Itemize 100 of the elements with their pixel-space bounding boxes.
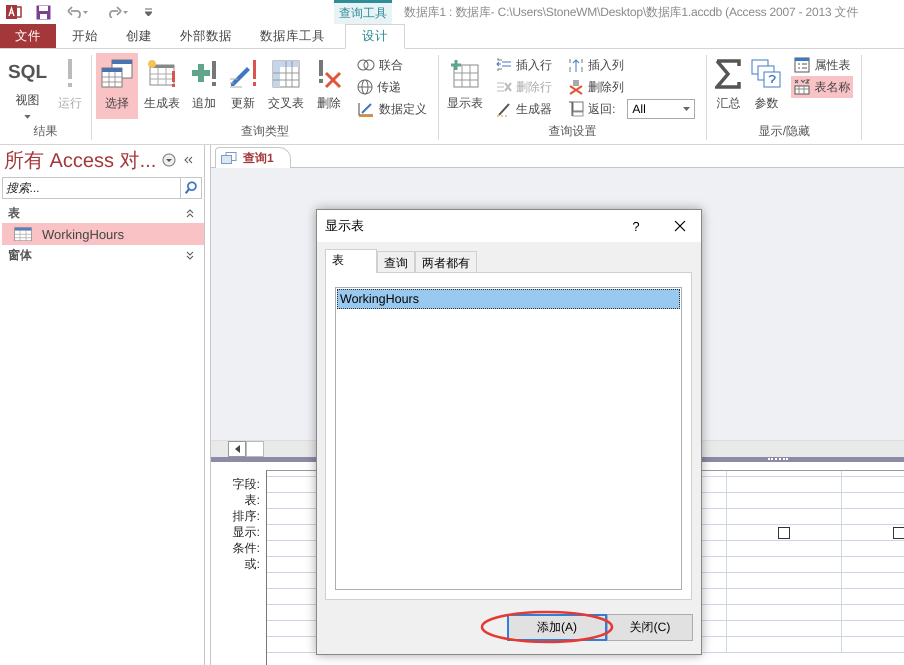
delete-column-icon <box>568 79 584 95</box>
customize-icon[interactable] <box>145 8 152 16</box>
row-label: 排序: <box>232 508 260 524</box>
row-label: 显示: <box>232 524 260 540</box>
left-arrow-icon <box>234 445 240 453</box>
ribbon-button[interactable]: 显示表 <box>443 53 488 119</box>
top-values-dropdown[interactable]: All <box>627 99 696 119</box>
ribbon-button[interactable]: 表名称 <box>791 76 854 98</box>
search-button[interactable] <box>180 177 202 199</box>
row-label: 字段: <box>232 476 260 492</box>
crosstab-icon <box>272 60 300 88</box>
dialog-button[interactable]: 添加(A) <box>507 614 607 641</box>
grid-cell[interactable] <box>727 477 842 493</box>
ribbon-button[interactable]: 数据定义 <box>354 98 430 120</box>
grid-cell[interactable] <box>727 621 842 637</box>
search-icon <box>183 180 199 196</box>
grid-cell[interactable] <box>727 605 842 621</box>
ribbon-button[interactable]: 联合 <box>354 54 430 76</box>
scroll-thumb[interactable] <box>246 441 264 457</box>
ribbon-tab[interactable]: 数据库工具 <box>246 24 339 48</box>
sigma-icon <box>715 59 742 89</box>
tables-icon <box>100 59 134 89</box>
grid-cell[interactable] <box>727 589 842 605</box>
show-checkbox[interactable] <box>893 526 904 538</box>
property-sheet-icon <box>794 57 810 73</box>
row-label: 或: <box>244 556 260 572</box>
ribbon-button[interactable]: 选择 <box>96 53 138 119</box>
grid-cell[interactable] <box>727 525 842 541</box>
ribbon-button[interactable]: 交叉表 <box>264 53 308 119</box>
scroll-left-button[interactable] <box>228 441 246 457</box>
group-label: 查询设置 <box>548 123 597 140</box>
ribbon-button[interactable]: 生成表 <box>140 53 184 119</box>
wand-icon <box>496 101 512 117</box>
save-icon[interactable] <box>36 4 51 20</box>
dialog-tab[interactable]: 两者都有 <box>415 251 477 272</box>
nav-group-header[interactable]: 表 <box>0 203 204 223</box>
grid-cell[interactable] <box>727 493 842 509</box>
ribbon-button[interactable]: 属性表 <box>791 54 854 76</box>
ribbon-button[interactable]: 追加 <box>186 53 222 119</box>
pencil-exclamation-icon <box>228 59 258 89</box>
ribbon-button[interactable]: 更新 <box>224 53 262 119</box>
ribbon-button[interactable]: 传递 <box>354 76 430 98</box>
document-tab[interactable]: 查询1 <box>215 147 291 168</box>
dialog-tab[interactable]: 表 <box>325 249 377 273</box>
table-icon <box>14 226 32 242</box>
ribbon-tab[interactable]: 外部数据 <box>166 24 246 48</box>
sql-label: SQL <box>8 62 48 84</box>
windows-question-icon <box>751 59 782 89</box>
ribbon-button[interactable]: 插入行 <box>493 54 556 76</box>
caret-icon <box>24 115 32 119</box>
column-selector[interactable] <box>727 471 842 477</box>
caret-icon <box>683 107 690 111</box>
group-label: 查询类型 <box>241 123 290 140</box>
dialog-title: 显示表 <box>325 217 365 235</box>
grid-cell[interactable] <box>727 541 842 557</box>
insert-row-icon <box>496 57 512 73</box>
list-item[interactable]: WorkingHours <box>337 289 680 309</box>
ribbon-button[interactable]: 删除 <box>310 53 348 119</box>
show-checkbox[interactable] <box>778 526 790 538</box>
dropdown-icon[interactable] <box>162 153 176 167</box>
collapse-icon[interactable] <box>184 156 194 164</box>
query-icon <box>221 152 237 164</box>
ribbon-tab[interactable]: 开始 <box>58 24 112 48</box>
ribbon-tab[interactable]: 创建 <box>112 24 166 48</box>
grid-cell[interactable] <box>727 509 842 525</box>
ribbon-button[interactable]: 汇总 <box>711 53 746 119</box>
nav-pane-title: 所有 Access 对... <box>4 148 156 174</box>
collapse-icon <box>186 208 194 218</box>
grid-cell[interactable] <box>727 557 842 573</box>
table-plus-icon <box>450 59 480 89</box>
undo-icon[interactable] <box>67 6 89 18</box>
nav-group-header[interactable]: 窗体 <box>0 245 204 265</box>
ruler-pencil-icon <box>357 101 376 117</box>
plus-exclamation-icon <box>190 60 218 88</box>
grid-cell[interactable] <box>727 573 842 589</box>
nav-item[interactable]: WorkingHours <box>2 223 204 245</box>
combo-label: 返回: <box>588 100 616 118</box>
search-field[interactable]: 搜索... <box>2 177 180 199</box>
ribbon-tab[interactable]: 设计 <box>345 24 405 49</box>
group-label: 显示/隐藏 <box>758 123 810 140</box>
help-button[interactable]: ? <box>621 218 651 234</box>
row-label: 表: <box>244 492 260 508</box>
globe-icon <box>357 79 374 95</box>
ribbon-button[interactable]: 删除列 <box>565 76 698 98</box>
ribbon-button[interactable]: 生成器 <box>493 98 556 120</box>
dialog-tab[interactable]: 查询 <box>377 251 415 272</box>
ribbon-button[interactable]: 插入列 <box>565 54 698 76</box>
grid-cell[interactable] <box>727 637 842 653</box>
ribbon-button[interactable]: SQL 视图 <box>4 53 52 119</box>
row-label: 条件: <box>232 540 260 556</box>
redo-icon[interactable] <box>107 6 129 18</box>
group-label: 结果 <box>34 123 58 140</box>
ribbon-button[interactable]: 参数 <box>747 53 786 119</box>
ribbon-tab[interactable]: 文件 <box>0 24 56 48</box>
app-logo-icon <box>6 4 22 20</box>
top-values-icon <box>568 101 584 117</box>
rings-icon <box>357 59 376 71</box>
window-title: 数据库1 : 数据库- C:\Users\StoneWM\Desktop\数据库1.accdb (Access 2007 - 2013 文件 <box>404 4 858 20</box>
dialog-button[interactable]: 关闭(C) <box>607 614 693 641</box>
context-tab-label: 查询工具 <box>334 0 392 24</box>
